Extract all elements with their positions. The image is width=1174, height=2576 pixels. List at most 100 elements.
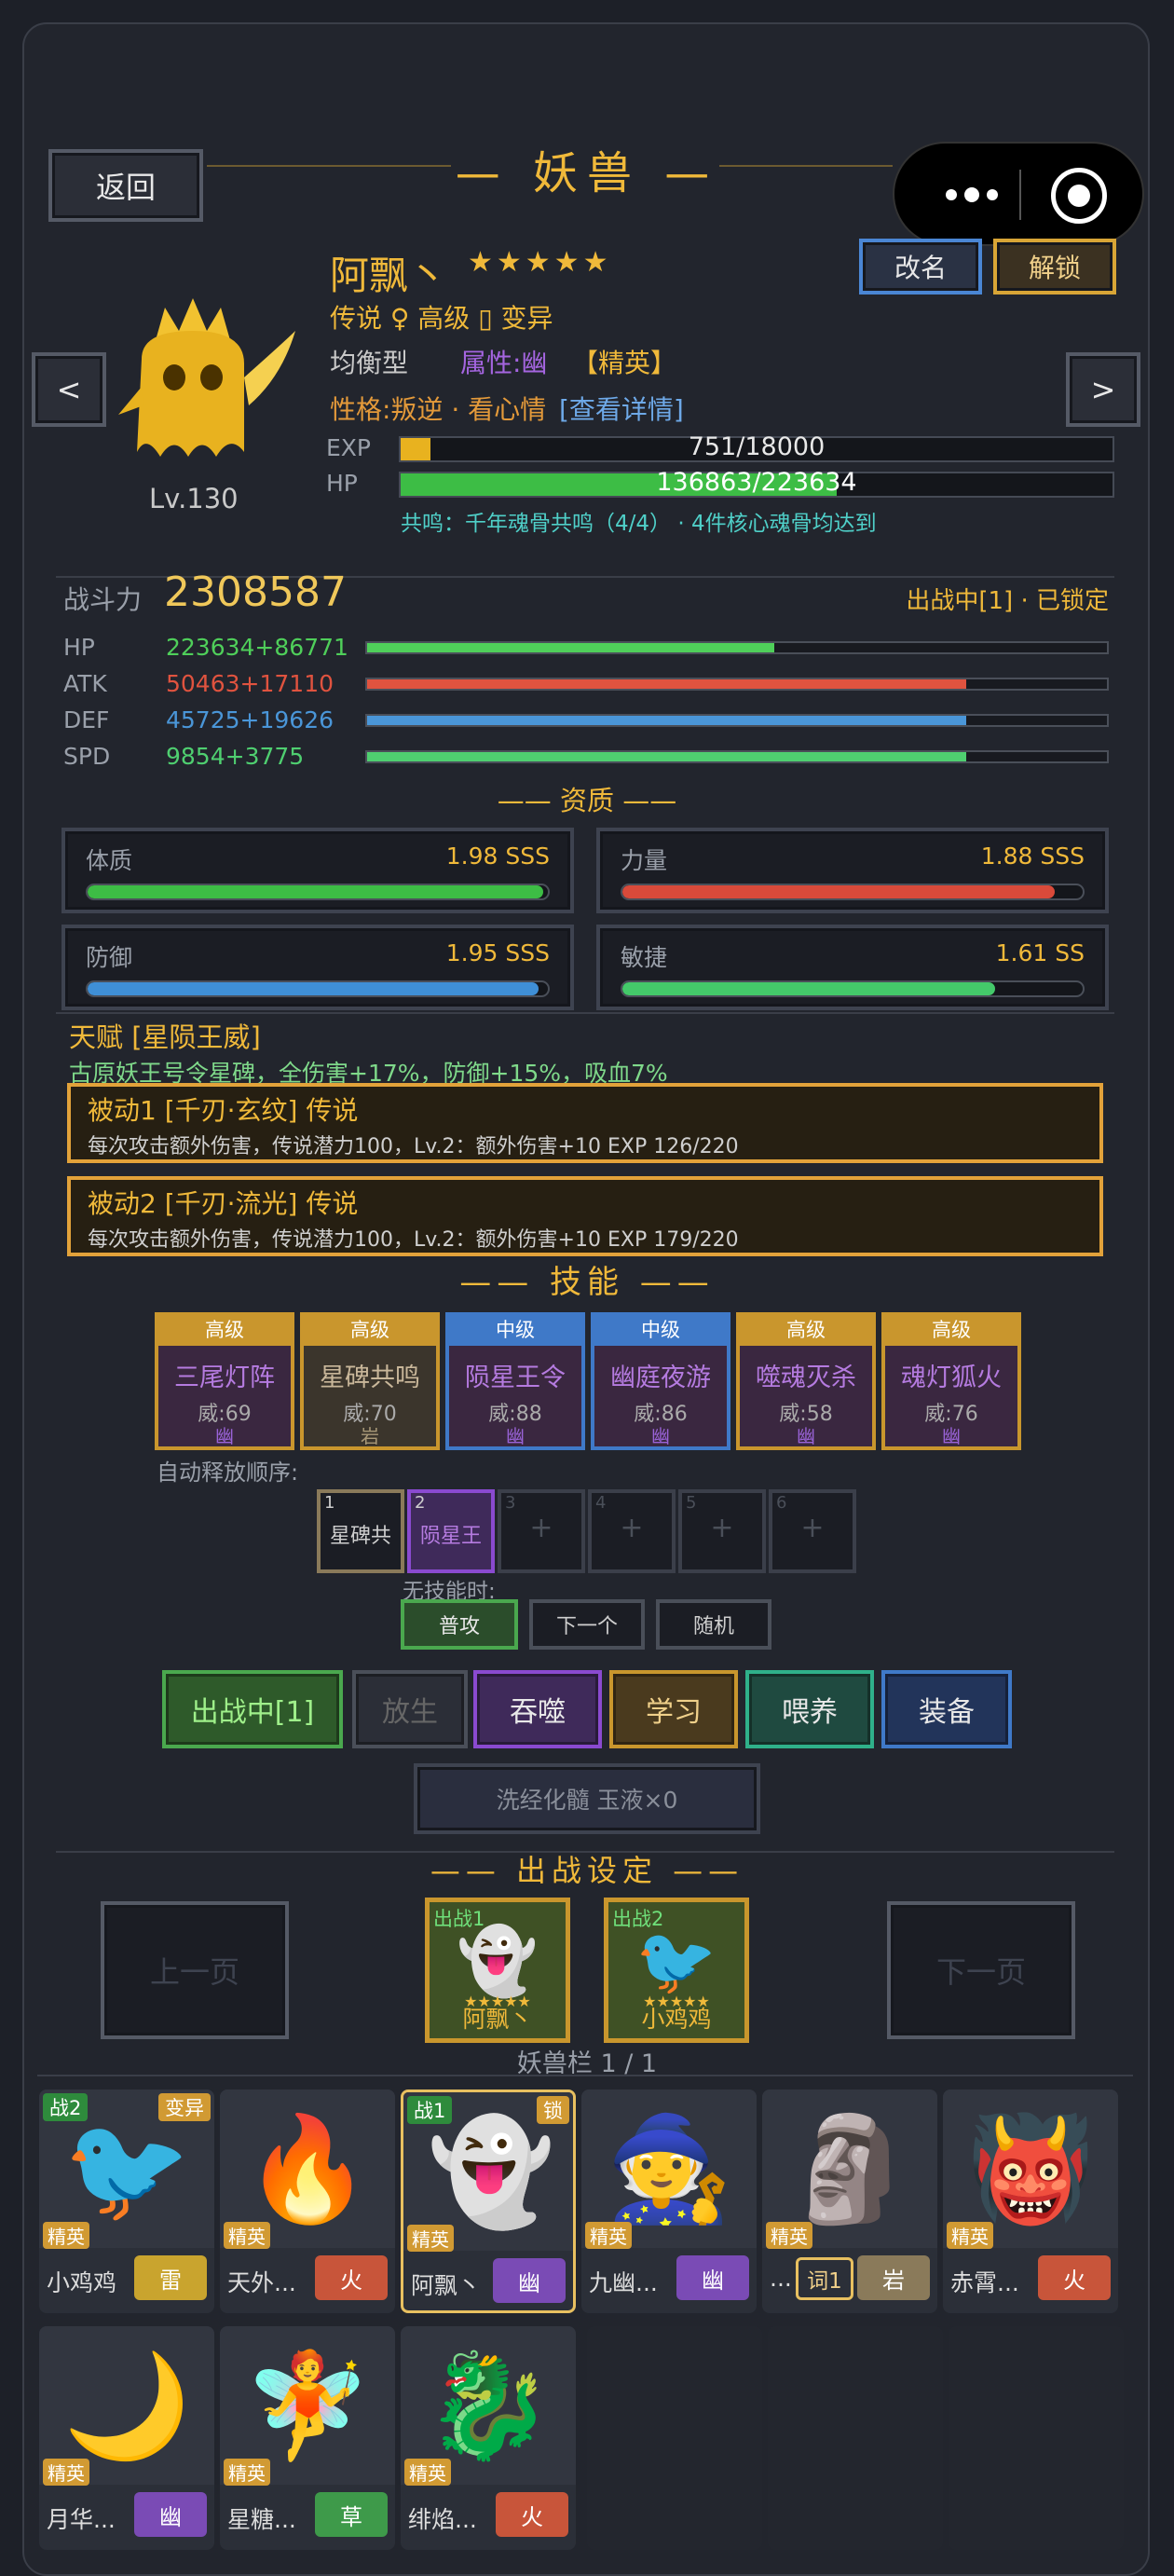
skill-grade: 中级 (449, 1316, 581, 1346)
skill-element: 幽 (797, 1425, 815, 1447)
exp-label: EXP (326, 434, 371, 461)
aptitude-title-text: 资质 (559, 785, 614, 816)
skill-card[interactable]: 中级 陨星王令 威:88 幽 (445, 1312, 585, 1450)
deployed-button[interactable]: 出战中[1] (162, 1670, 343, 1748)
skill-card[interactable]: 高级 三尾灯阵 威:69 幽 (155, 1312, 294, 1450)
auto-order-slot[interactable]: 5 + (678, 1489, 766, 1573)
roster-card[interactable]: 🧙 精英 九幽... 幽 (581, 2090, 757, 2313)
title-line-right (719, 165, 893, 167)
auto-order-slot[interactable]: 2 陨星王 (407, 1489, 495, 1573)
mode-next[interactable]: 下一个 (529, 1599, 645, 1650)
aptitude-bar-fill (622, 885, 1056, 898)
skill-grade: 中级 (594, 1316, 727, 1346)
equip-button[interactable]: 装备 (881, 1670, 1012, 1748)
skill-element: 岩 (361, 1425, 379, 1447)
release-button[interactable]: 放生 (352, 1670, 468, 1748)
slot-number: 3 (505, 1493, 516, 1513)
rename-button[interactable]: 改名 (859, 239, 982, 295)
stat-value: 9854+3775 (166, 743, 305, 770)
hp-text: 136863/223634 (656, 468, 857, 497)
pet-portrait (78, 270, 307, 485)
more-dots-icon[interactable] (930, 168, 1014, 222)
skill-element: 幽 (215, 1425, 234, 1447)
auto-order-slot[interactable]: 1 星碑共 (317, 1489, 404, 1573)
battle-slot-name: 阿飘丶 (462, 2006, 533, 2033)
auto-order-slot[interactable]: 3 + (498, 1489, 585, 1573)
prev-pet-button[interactable]: < (32, 352, 106, 427)
mode-random[interactable]: 随机 (656, 1599, 771, 1650)
auto-order-label: 自动释放顺序: (157, 1459, 299, 1486)
roster-card[interactable]: 🐉 精英 绯焰... 火 (401, 2326, 576, 2550)
aptitude-bar (621, 980, 1085, 997)
skill-power: 威:86 (634, 1403, 688, 1426)
element-badge: 火 (315, 2255, 388, 2300)
roster-card[interactable]: 🌙 精英 月华... 幽 (39, 2326, 214, 2550)
power-value: 2308587 (164, 569, 347, 616)
pet-stars: ★★★★★ (468, 246, 612, 279)
talent-title: 天赋 [星陨王威] (69, 1021, 261, 1053)
resonance-text: 共鸣：千年魂骨共鸣（4/4） · 4件核心魂骨均达到 (401, 512, 877, 536)
element-badge: 草 (315, 2492, 388, 2537)
next-pet-button[interactable]: > (1066, 352, 1140, 427)
element-badge: 雷 (134, 2255, 207, 2300)
slot-number: 4 (595, 1493, 607, 1513)
auto-order-slot[interactable]: 4 + (588, 1489, 676, 1573)
passive-skill-1[interactable]: 被动1 [千刃·玄纹] 传说 每次攻击额外伤害，传说潜力100，Lv.2：额外伤… (67, 1083, 1103, 1163)
passive-title: 被动1 [千刃·玄纹] 传说 (88, 1095, 359, 1126)
ghost-icon: 👻 (457, 1923, 539, 1999)
feed-button[interactable]: 喂养 (745, 1670, 874, 1748)
hp-label: HP (326, 470, 358, 497)
skill-card[interactable]: 高级 魂灯狐火 威:76 幽 (881, 1312, 1021, 1450)
stat-label: SPD (63, 743, 111, 770)
auto-order-slot[interactable]: 6 + (769, 1489, 856, 1573)
devour-button[interactable]: 吞噬 (473, 1670, 602, 1748)
aptitude-value: 1.95 SSS (445, 939, 550, 966)
roster-card[interactable]: 🧚 精英 星糖... 草 (220, 2326, 395, 2550)
target-circle-icon[interactable] (1051, 168, 1107, 224)
passive-desc: 每次攻击额外伤害，传说潜力100，Lv.2：额外伤害+10 EXP 126/22… (88, 1135, 739, 1158)
skill-grade: 高级 (740, 1316, 872, 1346)
skill-card[interactable]: 高级 星碑共鸣 威:70 岩 (300, 1312, 440, 1450)
slot-number: 6 (776, 1493, 787, 1513)
skill-card[interactable]: 中级 幽庭夜游 威:86 幽 (591, 1312, 730, 1450)
battle-slot-tag: 出战2 (612, 1908, 664, 1930)
details-link[interactable]: [查看详情] (559, 390, 684, 427)
pet-type: 均衡型 (330, 348, 409, 378)
skill-name: 幽庭夜游 (610, 1363, 711, 1392)
rarity-badge: 精英 (404, 2459, 451, 2486)
roster-card[interactable]: 👹 精英 赤霄... 火 (943, 2090, 1118, 2313)
mode-normal-attack[interactable]: 普攻 (401, 1599, 518, 1650)
roster-card[interactable]: 👻 精英 战1 锁 阿飘丶 幽 (401, 2090, 576, 2313)
skill-power: 威:88 (488, 1403, 542, 1426)
wash-button[interactable]: 洗经化髓 玉液×0 (414, 1763, 760, 1834)
aptitude-title: —— 资质 —— (497, 785, 677, 816)
roster-card[interactable]: 🐦 精英 战2 变异 小鸡鸡 雷 (39, 2090, 214, 2313)
slot-skill: + (529, 1512, 553, 1544)
roster-card[interactable]: 🔥 精英 天外... 火 (220, 2090, 395, 2313)
battle-slot-2[interactable]: 🐦 出战2 ★★★★★ 小鸡鸡 (604, 1898, 749, 2043)
roster-card[interactable]: 🗿 精英 词1 ... 岩 (762, 2090, 937, 2313)
passive-skill-2[interactable]: 被动2 [千刃·流光] 传说 每次攻击额外伤害，传说潜力100，Lv.2：额外伤… (67, 1176, 1103, 1256)
slot-number: 5 (686, 1493, 697, 1513)
aptitude-bar-fill (88, 982, 539, 995)
skill-power: 威:70 (343, 1403, 397, 1426)
stat-value: 45725+19626 (166, 706, 334, 733)
skill-element: 幽 (651, 1425, 670, 1447)
skill-grade: 高级 (304, 1316, 436, 1346)
divider (56, 1012, 1114, 1014)
element-badge: 岩 (857, 2255, 930, 2300)
learn-button[interactable]: 学习 (609, 1670, 738, 1748)
pet-elite-tag: 【精英】 (572, 348, 677, 378)
skill-card[interactable]: 高级 噬魂灭杀 威:58 幽 (736, 1312, 876, 1450)
aptitude-box: 敏捷 1.61 SS (596, 925, 1109, 1010)
aptitude-box: 体质 1.98 SSS (61, 828, 574, 913)
element-badge: 火 (496, 2492, 568, 2537)
skills-title: —— 技能 —— (459, 1264, 715, 1301)
next-page-button[interactable]: 下一页 (887, 1901, 1075, 2039)
battle-slot-1[interactable]: 👻 出战1 ★★★★★ 阿飘丶 (425, 1898, 570, 2043)
stat-label: DEF (63, 706, 110, 733)
prev-page-button[interactable]: 上一页 (101, 1901, 289, 2039)
passive-desc: 每次攻击额外伤害，传说潜力100，Lv.2：额外伤害+10 EXP 179/22… (88, 1228, 739, 1252)
unlock-button[interactable]: 解锁 (993, 239, 1116, 295)
stat-bar-fill (367, 716, 967, 725)
